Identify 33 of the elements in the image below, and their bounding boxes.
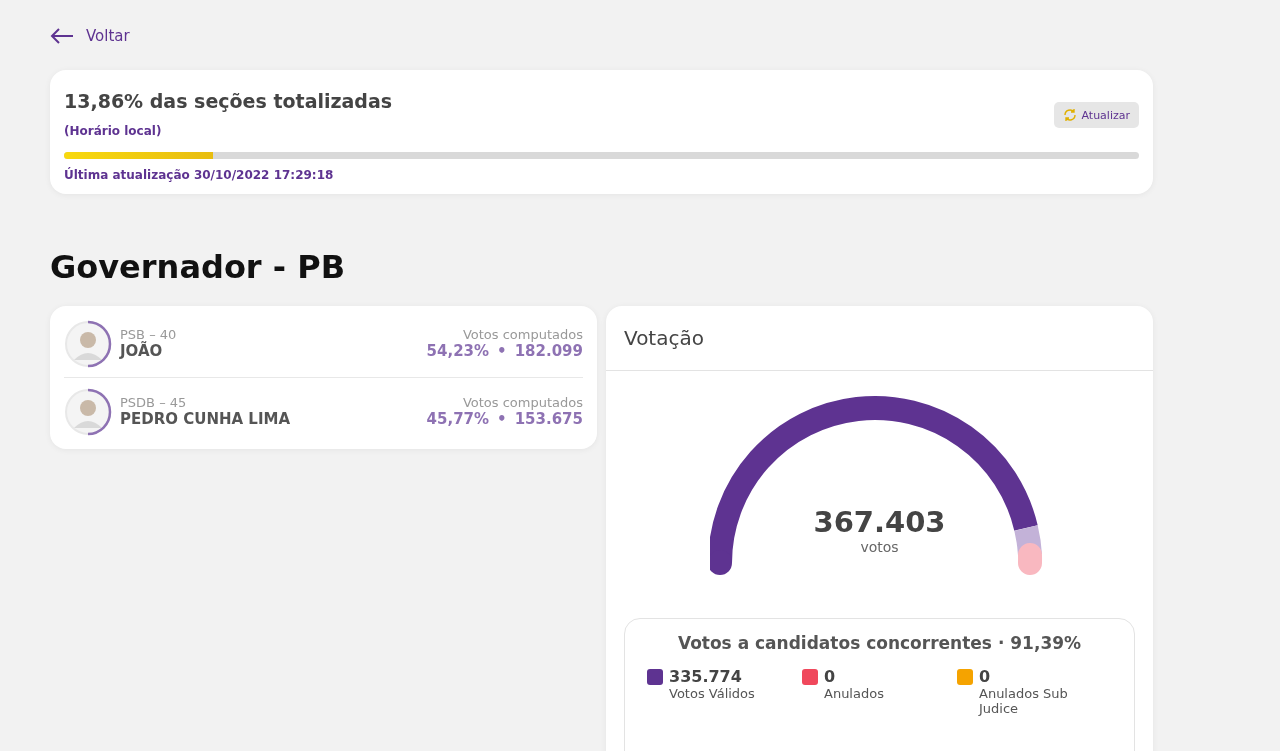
candidate-avatar xyxy=(64,319,112,368)
last-update: Última atualização 30/10/2022 17:29:18 xyxy=(64,168,335,182)
refresh-button[interactable]: Atualizar xyxy=(1054,102,1139,128)
vote-percent: 45,77% xyxy=(426,410,490,428)
refresh-icon xyxy=(1063,108,1078,122)
time-note: (Horário local) xyxy=(64,124,163,138)
summary-title: Votos a candidatos concorrentes · 91,39% xyxy=(676,633,1083,653)
votes-label: Votos computados xyxy=(461,395,583,410)
total-votes-label: votos xyxy=(860,539,899,555)
summary-label: Anulados xyxy=(824,686,885,701)
back-arrow-icon xyxy=(50,28,74,44)
progress-title: 13,86% das seções totalizadas xyxy=(64,90,393,112)
separator-dot: • xyxy=(497,410,507,428)
total-votes: 367.403 xyxy=(813,505,946,539)
vote-percent: 54,23% xyxy=(426,342,490,360)
vote-count: 153.675 xyxy=(514,410,583,428)
party-label: PSDB – 45 xyxy=(120,395,188,410)
candidate-name: PEDRO CUNHA LIMA xyxy=(120,410,291,428)
voting-title: Votação xyxy=(606,306,1153,371)
summary-value: 0 xyxy=(979,667,992,686)
party-label: PSB – 40 xyxy=(120,327,177,342)
summary-value: 335.774 xyxy=(669,667,743,686)
office-title: Governador - PB xyxy=(50,248,347,286)
votes-label: Votos computados xyxy=(461,327,583,342)
vote-count: 182.099 xyxy=(514,342,583,360)
separator-dot: • xyxy=(497,342,507,360)
candidate-avatar xyxy=(64,387,112,436)
candidate-name: JOÃO xyxy=(120,342,164,360)
back-link[interactable]: Voltar xyxy=(50,24,130,48)
back-link-label[interactable]: Voltar xyxy=(86,27,130,45)
summary-label: Votos Válidos xyxy=(669,686,756,701)
summary-label: Anulados Sub Judice xyxy=(979,686,1069,716)
summary-value: 0 xyxy=(824,667,837,686)
